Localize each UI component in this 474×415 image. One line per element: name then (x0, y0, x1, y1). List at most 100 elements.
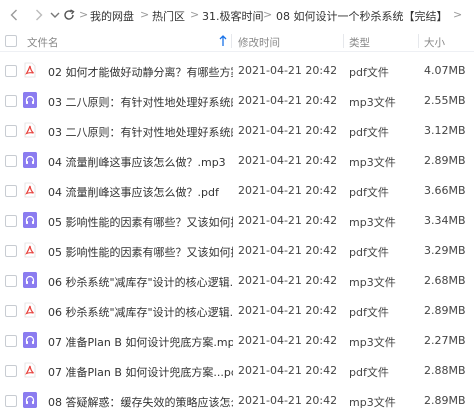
pdf-file-icon (23, 122, 37, 138)
file-size: 2.89MB (424, 304, 466, 317)
breadcrumb-item-hot[interactable]: 热门区 (152, 8, 185, 24)
file-name[interactable]: 06 秒杀系统"减库存"设计的核心逻辑... (48, 274, 233, 290)
audio-file-icon (23, 212, 37, 228)
column-divider[interactable] (418, 34, 419, 48)
file-type: mp3文件 (349, 96, 396, 109)
file-size: 3.29MB (424, 244, 466, 257)
pdf-file-icon (23, 242, 37, 258)
column-type[interactable]: 类型 (349, 35, 370, 50)
file-modified-time: 2021-04-21 20:42 (238, 394, 338, 407)
file-checkbox[interactable] (5, 185, 17, 197)
file-row[interactable]: 05 影响性能的因素有哪些？又该如何提高... 2021-04-21 20:42 m… (0, 205, 474, 235)
select-all-checkbox[interactable] (5, 35, 17, 47)
file-row[interactable]: 04 流量削峰这事应该怎么做？.pdf 2021-04-21 20:42 pdf文件… (0, 175, 474, 205)
breadcrumb-item-geektime[interactable]: 31.极客时间 (202, 8, 264, 24)
audio-file-icon (23, 392, 37, 408)
column-header: 文件名 修改时间 类型 大小 (0, 31, 474, 52)
file-row[interactable]: 06 秒杀系统"减库存"设计的核心逻辑... 2021-04-21 20:42 mp… (0, 265, 474, 295)
file-type: pdf文件 (349, 306, 389, 319)
file-name[interactable]: 06 秒杀系统"减库存"设计的核心逻辑.pdf (48, 304, 233, 320)
file-name[interactable]: 05 影响性能的因素有哪些？又该如何提高... (48, 244, 233, 260)
file-checkbox[interactable] (5, 95, 17, 107)
file-row[interactable]: 03 二八原则：有针对性地处理好系统的"... 2021-04-21 20:42 p… (0, 115, 474, 145)
file-type: mp3文件 (349, 216, 396, 229)
column-divider[interactable] (231, 34, 232, 48)
column-divider[interactable] (343, 34, 344, 48)
file-checkbox[interactable] (5, 155, 17, 167)
file-size: 2.88MB (424, 364, 466, 377)
file-row[interactable]: 08 答疑解惑：缓存失效的策略应该怎么定... 2021-04-21 20:42 m… (0, 385, 474, 415)
breadcrumb-item-my-drive[interactable]: 我的网盘 (90, 8, 134, 24)
file-size: 2.89MB (424, 394, 466, 407)
file-row[interactable]: 02 如何才能做好动静分离？有哪些方案可... 2021-04-21 20:42 p… (0, 55, 474, 85)
file-checkbox[interactable] (5, 275, 17, 287)
file-type: pdf文件 (349, 366, 389, 379)
file-size: 2.55MB (424, 94, 466, 107)
file-modified-time: 2021-04-21 20:42 (238, 214, 338, 227)
file-name[interactable]: 07 准备Plan B 如何设计兜底方案...pdf (48, 364, 233, 380)
refresh-button[interactable] (62, 8, 76, 22)
file-row[interactable]: 05 影响性能的因素有哪些？又该如何提高... 2021-04-21 20:42 p… (0, 235, 474, 265)
file-name[interactable]: 05 影响性能的因素有哪些？又该如何提高... (48, 214, 233, 230)
breadcrumb-item-current-folder[interactable]: 08 如何设计一个秒杀系统【完结】 (276, 8, 448, 24)
pdf-file-icon (23, 302, 37, 318)
file-checkbox[interactable] (5, 125, 17, 137)
file-checkbox[interactable] (5, 395, 17, 407)
file-size: 2.27MB (424, 334, 466, 347)
file-name[interactable]: 03 二八原则：有针对性地处理好系统的"... (48, 124, 233, 140)
file-checkbox[interactable] (5, 215, 17, 227)
back-button[interactable] (7, 8, 21, 22)
file-modified-time: 2021-04-21 20:42 (238, 184, 338, 197)
file-name[interactable]: 08 答疑解惑：缓存失效的策略应该怎么定... (48, 394, 233, 410)
file-type: pdf文件 (349, 186, 389, 199)
file-name[interactable]: 02 如何才能做好动静分离？有哪些方案可... (48, 64, 233, 80)
pdf-file-icon (23, 362, 37, 378)
pdf-file-icon (23, 62, 37, 78)
file-row[interactable]: 03 二八原则：有针对性地处理好系统的"... 2021-04-21 20:42 m… (0, 85, 474, 115)
column-size[interactable]: 大小 (424, 35, 445, 50)
breadcrumb-separator: > (263, 8, 273, 21)
file-checkbox[interactable] (5, 305, 17, 317)
file-modified-time: 2021-04-21 20:42 (238, 274, 338, 287)
file-name[interactable]: 03 二八原则：有针对性地处理好系统的"... (48, 94, 233, 110)
file-row[interactable]: 07 准备Plan B 如何设计兜底方案...pdf 2021-04-21 20:… (0, 355, 474, 385)
file-row[interactable]: 06 秒杀系统"减库存"设计的核心逻辑.pdf 2021-04-21 20:42 p… (0, 295, 474, 325)
breadcrumb-separator: > (453, 8, 463, 21)
file-checkbox[interactable] (5, 245, 17, 257)
breadcrumb-separator: > (190, 8, 200, 21)
dropdown-button[interactable] (48, 8, 62, 22)
file-modified-time: 2021-04-21 20:42 (238, 64, 338, 77)
audio-file-icon (23, 152, 37, 168)
file-type: mp3文件 (349, 276, 396, 289)
file-row[interactable]: 07 准备Plan B 如何设计兜底方案.mp3 2021-04-21 20:42… (0, 325, 474, 355)
file-checkbox[interactable] (5, 335, 17, 347)
file-type: mp3文件 (349, 336, 396, 349)
file-modified-time: 2021-04-21 20:42 (238, 94, 338, 107)
breadcrumb-separator: > (79, 8, 89, 21)
file-size: 2.89MB (424, 154, 466, 167)
file-size: 2.68MB (424, 274, 466, 287)
file-type: pdf文件 (349, 246, 389, 259)
file-type: pdf文件 (349, 66, 389, 79)
file-checkbox[interactable] (5, 365, 17, 377)
file-row[interactable]: 04 流量削峰这事应该怎么做？.mp3 2021-04-21 20:42 mp3文件… (0, 145, 474, 175)
breadcrumb-separator: > (140, 8, 150, 21)
sort-up-icon[interactable] (218, 34, 228, 48)
file-modified-time: 2021-04-21 20:42 (238, 334, 338, 347)
file-modified-time: 2021-04-21 20:42 (238, 244, 338, 257)
column-name[interactable]: 文件名 (27, 35, 59, 50)
file-size: 4.07MB (424, 64, 466, 77)
file-name[interactable]: 04 流量削峰这事应该怎么做？.mp3 (48, 154, 233, 170)
file-name[interactable]: 07 准备Plan B 如何设计兜底方案.mp3 (48, 334, 233, 350)
forward-button[interactable] (32, 8, 46, 22)
audio-file-icon (23, 92, 37, 108)
file-size: 3.34MB (424, 214, 466, 227)
file-type: mp3文件 (349, 156, 396, 169)
file-name[interactable]: 04 流量削峰这事应该怎么做？.pdf (48, 184, 233, 200)
file-modified-time: 2021-04-21 20:42 (238, 124, 338, 137)
file-modified-time: 2021-04-21 20:42 (238, 364, 338, 377)
chevron-left-icon (10, 9, 17, 21)
file-modified-time: 2021-04-21 20:42 (238, 154, 338, 167)
column-time[interactable]: 修改时间 (238, 35, 280, 50)
file-checkbox[interactable] (5, 65, 17, 77)
